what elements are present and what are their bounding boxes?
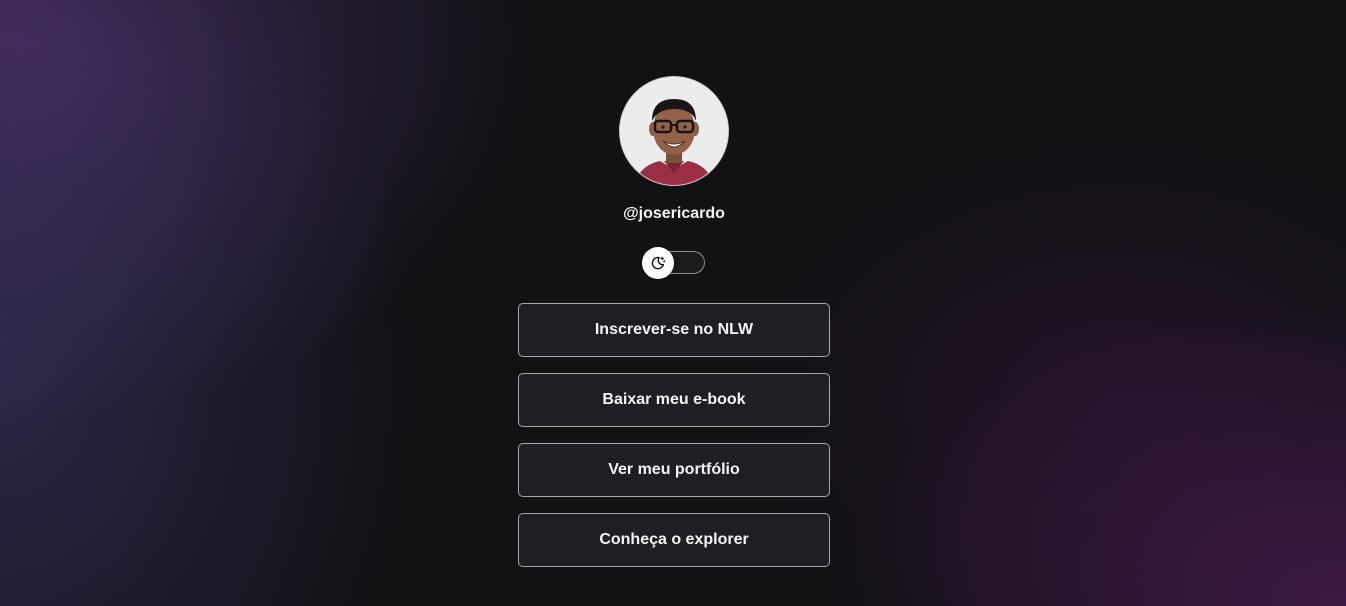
links-list: Inscrever-se no NLW Baixar meu e-book Ve… (518, 303, 830, 583)
link-button-ebook[interactable]: Baixar meu e-book (518, 373, 830, 427)
avatar-photo (620, 77, 728, 185)
moon-icon (651, 256, 666, 270)
profile-avatar (619, 76, 729, 186)
profile-handle: @josericardo (623, 205, 725, 222)
theme-switch-knob[interactable] (642, 247, 674, 279)
theme-switch[interactable] (642, 247, 706, 279)
list-item: Inscrever-se no NLW (518, 303, 830, 357)
list-item: Ver meu portfólio (518, 443, 830, 497)
profile-section: @josericardo (518, 76, 830, 226)
linktree-page: @josericardo Inscrever-se no NLW Baixar … (0, 0, 1346, 606)
list-item: Baixar meu e-book (518, 373, 830, 427)
list-item: Conheça o explorer (518, 513, 830, 567)
link-button-explorer[interactable]: Conheça o explorer (518, 513, 830, 567)
link-button-portfolio[interactable]: Ver meu portfólio (518, 443, 830, 497)
link-button-nlw[interactable]: Inscrever-se no NLW (518, 303, 830, 357)
